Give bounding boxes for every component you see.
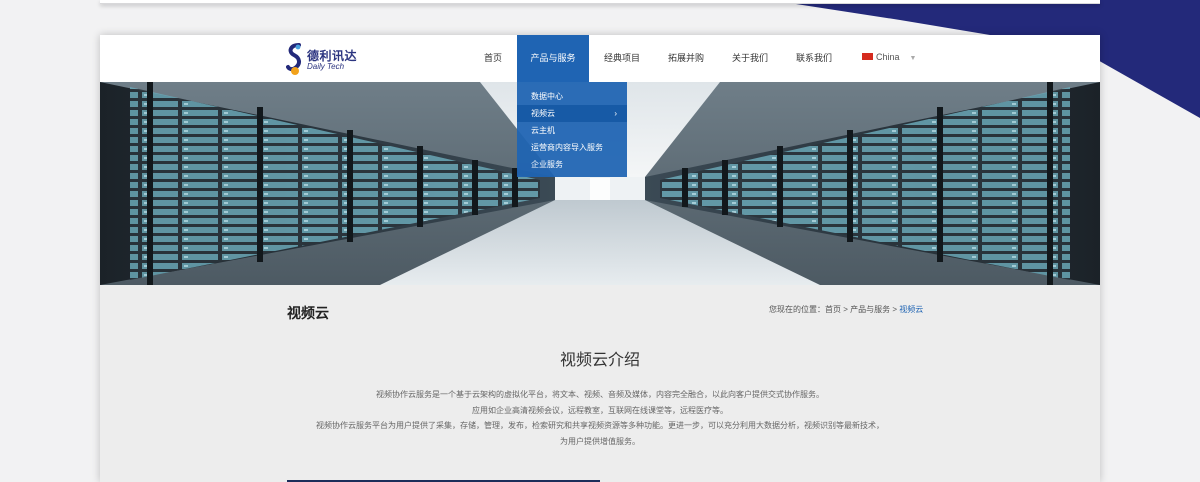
china-flag-icon [862,53,873,61]
description-line: 应用如企业高清视频会议，远程教室，互联网在线课堂等，远程医疗等。 [472,405,728,415]
nav-item-projects[interactable]: 经典项目 [594,35,650,82]
language-selector[interactable]: China ▼ [862,52,916,62]
language-label: China [876,52,900,62]
previous-section-card [100,0,1100,4]
nav-item-mergers[interactable]: 拓展并购 [658,35,714,82]
nav-item-about[interactable]: 关于我们 [722,35,778,82]
section-description: 视频协作云服务是一个基于云架构的虚拟化平台，将文本、视频、音频及媒体，内容完全融… [100,387,1100,449]
breadcrumb-parent[interactable]: 产品与服务 [850,305,890,314]
site-header: 德利讯达 Daily Tech 首页 产品与服务 经典项目 拓展并购 关于我们 … [100,35,1100,82]
nav-item-contact[interactable]: 联系我们 [786,35,842,82]
dropdown-item-video-cloud[interactable]: 视频云 › [517,105,627,122]
breadcrumb: 您现在的位置：首页 > 产品与服务 > 视频云 [769,304,923,315]
dropdown-item-label: 视频云 [531,109,555,118]
description-line: 为用户提供增值服务。 [560,436,640,446]
dropdown-item-label: 运营商内容导入服务 [531,143,603,152]
breadcrumb-separator: > [892,305,898,314]
logo-text-english: Daily Tech [307,62,345,71]
nav-item-home[interactable]: 首页 [470,35,516,82]
dropdown-item-enterprise[interactable]: 企业服务 [517,156,627,173]
dropdown-item-label: 企业服务 [531,160,563,169]
dropdown-item-cloud-host[interactable]: 云主机 [517,122,627,139]
site-logo[interactable]: 德利讯达 Daily Tech [286,42,366,76]
dropdown-item-label: 云主机 [531,126,555,135]
breadcrumb-separator: > [843,305,848,314]
s-swirl-logo-icon [286,43,301,75]
breadcrumb-current: 视频云 [899,305,924,314]
website-page: 德利讯达 Daily Tech 首页 产品与服务 经典项目 拓展并购 关于我们 … [100,35,1100,482]
chevron-right-icon: › [614,109,617,118]
dropdown-item-label: 数据中心 [531,92,563,101]
dropdown-item-datacenter[interactable]: 数据中心 [517,88,627,105]
breadcrumb-home[interactable]: 首页 [825,305,841,314]
dropdown-item-carrier-content[interactable]: 运营商内容导入服务 [517,139,627,156]
products-dropdown-menu: 数据中心 视频云 › 云主机 运营商内容导入服务 企业服务 [517,82,627,177]
description-line: 视频协作云服务是一个基于云架构的虚拟化平台，将文本、视频、音频及媒体，内容完全融… [376,390,824,399]
page-title: 视频云 [287,305,329,321]
description-line: 视频协作云服务平台为用户提供了采集，存储，管理，发布，检索研究和共享视频资源等多… [316,421,884,430]
nav-item-products[interactable]: 产品与服务 [517,35,589,82]
breadcrumb-prefix: 您现在的位置： [769,305,825,314]
chevron-down-icon: ▼ [909,55,917,62]
section-title: 视频云介绍 [559,352,640,369]
